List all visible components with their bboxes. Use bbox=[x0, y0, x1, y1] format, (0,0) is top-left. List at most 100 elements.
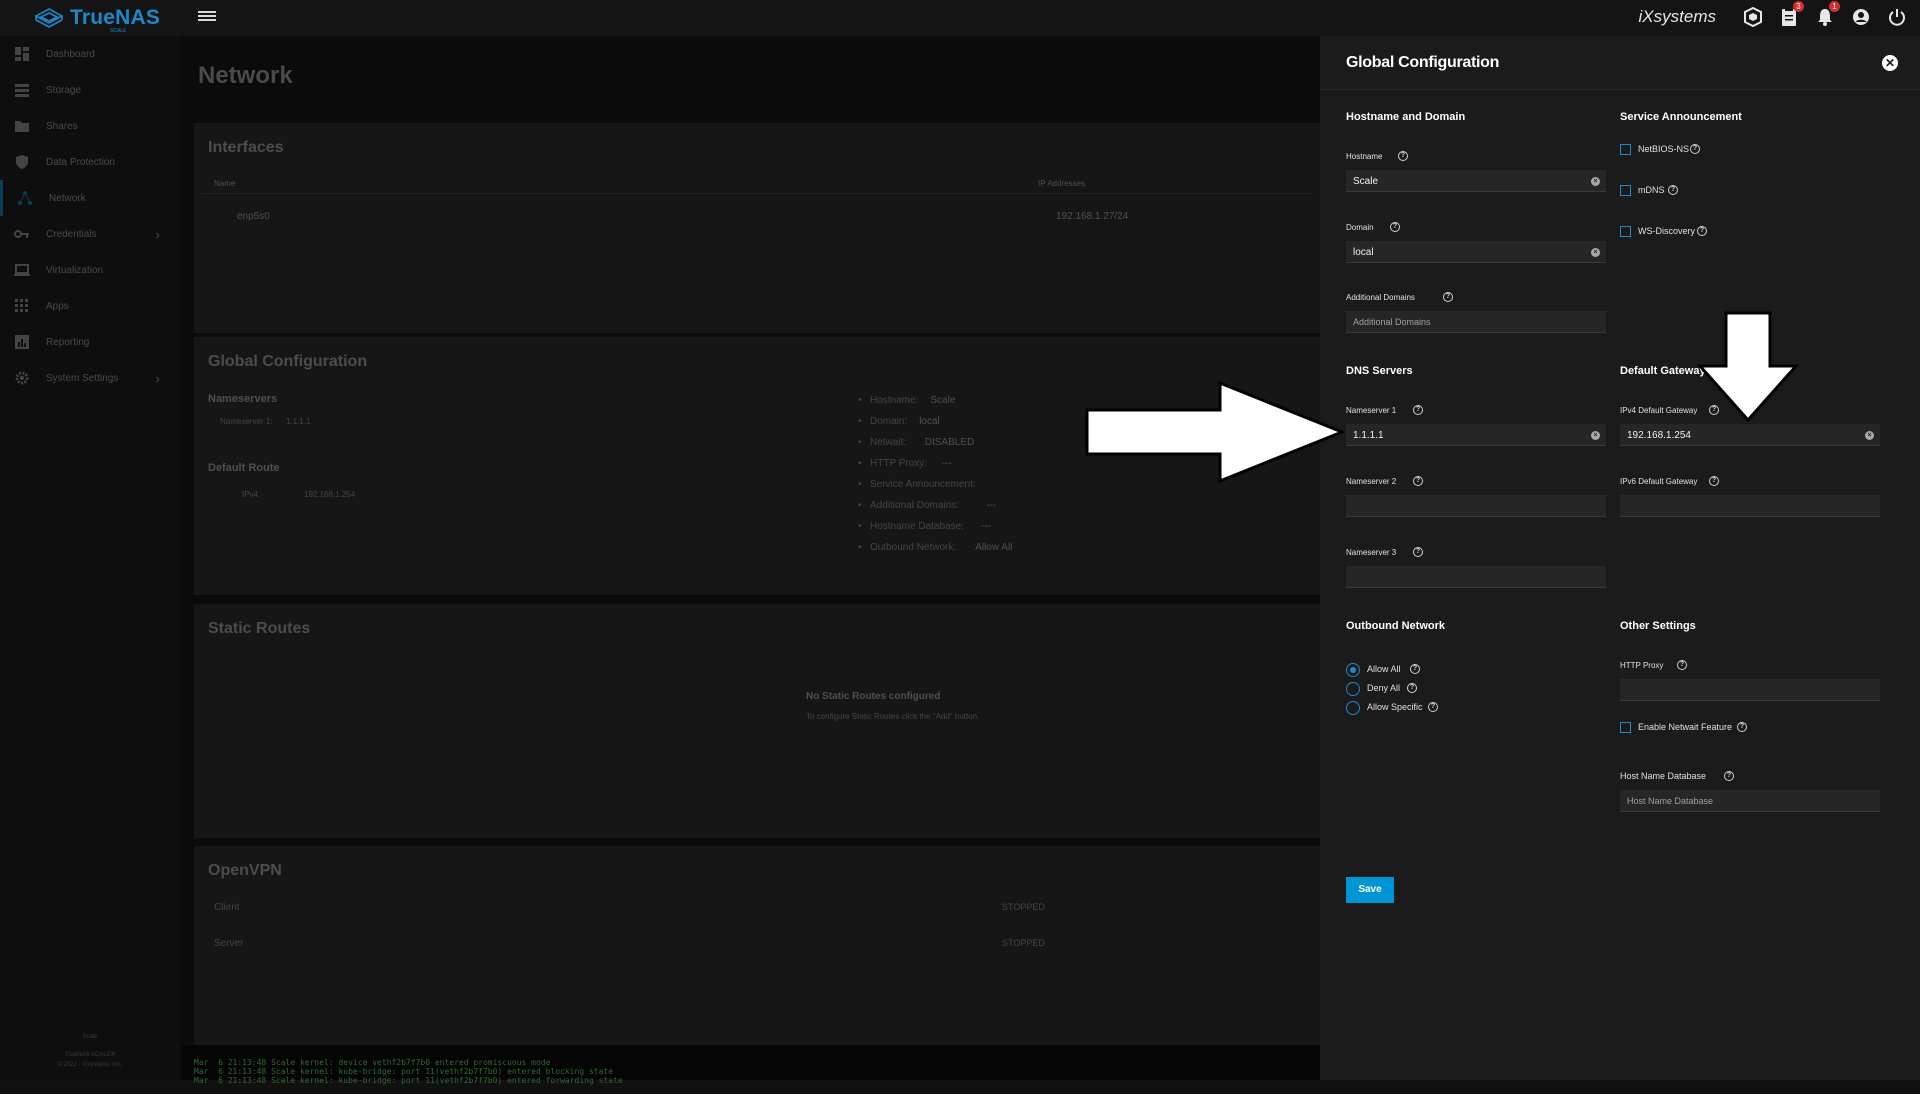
ipv4-gateway-label: IPv4 Default Gateway bbox=[1620, 406, 1698, 415]
storage-icon bbox=[15, 84, 29, 97]
info-value: --- bbox=[941, 458, 952, 469]
help-icon[interactable]: ? bbox=[1407, 683, 1417, 693]
panel-header: Global Configuration ✕ bbox=[1320, 36, 1920, 90]
sidebar-item-label: Data Protection bbox=[46, 156, 115, 168]
static-routes-title: Static Routes bbox=[208, 620, 311, 637]
nameserver3-input[interactable] bbox=[1346, 566, 1606, 588]
sidebar-item-virtualization[interactable]: Virtualization bbox=[0, 252, 180, 288]
info-key: HTTP Proxy: bbox=[870, 458, 928, 469]
account-circle-icon[interactable] bbox=[1850, 6, 1872, 28]
additional-domains-input[interactable]: Additional Domains bbox=[1346, 311, 1606, 333]
main-content: Network Interfaces Name IP Addresses enp… bbox=[180, 36, 1320, 1080]
ixsystems-logo[interactable]: iXsystems bbox=[1639, 7, 1716, 27]
info-bullet: • bbox=[858, 521, 862, 532]
interface-name[interactable]: enp5s0 bbox=[237, 211, 270, 222]
help-icon[interactable]: ? bbox=[1443, 292, 1453, 302]
clear-icon[interactable]: × bbox=[1591, 177, 1600, 186]
sidebar-item-credentials[interactable]: Credentials › bbox=[0, 216, 180, 252]
help-icon[interactable]: ? bbox=[1413, 476, 1423, 486]
help-icon[interactable]: ? bbox=[1724, 771, 1734, 781]
nameserver2-input[interactable] bbox=[1346, 495, 1606, 517]
help-icon[interactable]: ? bbox=[1413, 547, 1423, 557]
sidebar-item-shares[interactable]: Shares bbox=[0, 108, 180, 144]
brand-name: TrueNAS bbox=[70, 6, 161, 29]
save-button[interactable]: Save bbox=[1346, 877, 1394, 903]
clear-icon[interactable]: × bbox=[1591, 431, 1600, 440]
default-gateway-title: Default Gateway bbox=[1620, 365, 1706, 377]
help-icon[interactable]: ? bbox=[1677, 660, 1687, 670]
ns1-label: Nameserver 1: bbox=[220, 417, 273, 426]
info-bullet: • bbox=[858, 395, 862, 406]
truenas-logo[interactable]: TrueNAS SCALE bbox=[34, 6, 161, 34]
help-icon[interactable]: ? bbox=[1737, 722, 1747, 732]
page-title: Network bbox=[198, 62, 293, 89]
help-icon[interactable]: ? bbox=[1697, 226, 1707, 236]
help-icon[interactable]: ? bbox=[1413, 405, 1423, 415]
global-config-title: Global Configuration bbox=[208, 353, 368, 370]
domain-input[interactable]: local × bbox=[1346, 241, 1606, 263]
power-icon[interactable] bbox=[1886, 6, 1908, 28]
openvpn-title: OpenVPN bbox=[208, 862, 282, 879]
help-icon[interactable]: ? bbox=[1390, 222, 1400, 232]
clear-icon[interactable]: × bbox=[1865, 431, 1874, 440]
nameserver2-label: Nameserver 2 bbox=[1346, 477, 1397, 486]
tasks-icon[interactable]: 3 bbox=[1778, 1, 1804, 28]
allow-all-radio[interactable] bbox=[1346, 663, 1360, 677]
alerts-badge: 1 bbox=[1829, 1, 1840, 12]
sidebar-item-label: Network bbox=[49, 192, 86, 204]
help-icon[interactable]: ? bbox=[1690, 144, 1700, 154]
sidebar-item-apps[interactable]: Apps bbox=[0, 288, 180, 324]
footer-version: TrueNAS SCALE® bbox=[64, 1052, 116, 1058]
http-proxy-input[interactable] bbox=[1620, 679, 1880, 701]
mdns-label: mDNS bbox=[1638, 185, 1665, 195]
sidebar-item-label: Storage bbox=[46, 84, 82, 96]
info-value: Allow All bbox=[975, 542, 1013, 553]
openvpn-server-label[interactable]: Server bbox=[214, 938, 243, 949]
info-bullet: • bbox=[858, 479, 862, 490]
host-db-input[interactable]: Host Name Database bbox=[1620, 790, 1880, 812]
deny-all-label: Deny All bbox=[1367, 683, 1401, 693]
notifications-bell-icon[interactable]: 1 bbox=[1814, 1, 1840, 28]
ws-discovery-checkbox[interactable] bbox=[1620, 226, 1631, 237]
netwait-checkbox[interactable] bbox=[1620, 722, 1631, 733]
netbios-checkbox[interactable] bbox=[1620, 144, 1631, 155]
sidebar-item-dashboard[interactable]: Dashboard bbox=[0, 36, 180, 72]
top-toolbar: TrueNAS SCALE iXsystems 3 1 bbox=[0, 0, 1920, 36]
openvpn-client-label[interactable]: Client bbox=[214, 902, 240, 913]
nameservers-title: Nameservers bbox=[208, 393, 278, 405]
ipv6-gateway-input[interactable] bbox=[1620, 495, 1880, 517]
help-icon[interactable]: ? bbox=[1668, 185, 1678, 195]
help-icon[interactable]: ? bbox=[1398, 151, 1408, 161]
help-icon[interactable]: ? bbox=[1428, 702, 1438, 712]
close-icon[interactable]: ✕ bbox=[1882, 55, 1898, 71]
hostname-domain-title: Hostname and Domain bbox=[1346, 111, 1466, 123]
deny-all-radio[interactable] bbox=[1346, 682, 1360, 696]
openvpn-server-status: STOPPED bbox=[1002, 938, 1045, 948]
toolbar-actions: iXsystems 3 1 bbox=[1639, 1, 1908, 28]
sidebar-item-label: Dashboard bbox=[46, 48, 95, 60]
nameserver1-input[interactable]: 1.1.1.1 × bbox=[1346, 424, 1606, 446]
sidebar-item-network[interactable]: Network bbox=[0, 180, 180, 216]
sidebar-item-data-protection[interactable]: Data Protection bbox=[0, 144, 180, 180]
mdns-checkbox[interactable] bbox=[1620, 185, 1631, 196]
interfaces-title: Interfaces bbox=[208, 139, 284, 156]
static-routes-empty-sub: To configure Static Routes click the "Ad… bbox=[806, 712, 980, 721]
truecommand-icon[interactable] bbox=[1742, 6, 1764, 28]
ns1-value: 1.1.1.1 bbox=[286, 417, 311, 426]
global-configuration-panel: Global Configuration ✕ Hostname and Doma… bbox=[1320, 36, 1920, 1080]
info-key: Netwait: bbox=[870, 437, 907, 448]
folder-share-icon bbox=[15, 121, 29, 132]
ipv4-gateway-input[interactable]: 192.168.1.254 × bbox=[1620, 424, 1880, 446]
domain-label: Domain bbox=[1346, 223, 1374, 232]
sidebar-item-reporting[interactable]: Reporting bbox=[0, 324, 180, 360]
allow-specific-radio[interactable] bbox=[1346, 701, 1360, 715]
info-key: Additional Domains: bbox=[870, 500, 959, 511]
hostname-input[interactable]: Scale × bbox=[1346, 170, 1606, 192]
clear-icon[interactable]: × bbox=[1591, 248, 1600, 257]
sidebar-item-storage[interactable]: Storage bbox=[0, 72, 180, 108]
hostname-value: Scale bbox=[1353, 176, 1379, 187]
hamburger-menu-icon[interactable] bbox=[198, 9, 216, 27]
sidebar-item-system-settings[interactable]: System Settings › bbox=[0, 360, 180, 396]
help-icon[interactable]: ? bbox=[1709, 476, 1719, 486]
help-icon[interactable]: ? bbox=[1410, 664, 1420, 674]
